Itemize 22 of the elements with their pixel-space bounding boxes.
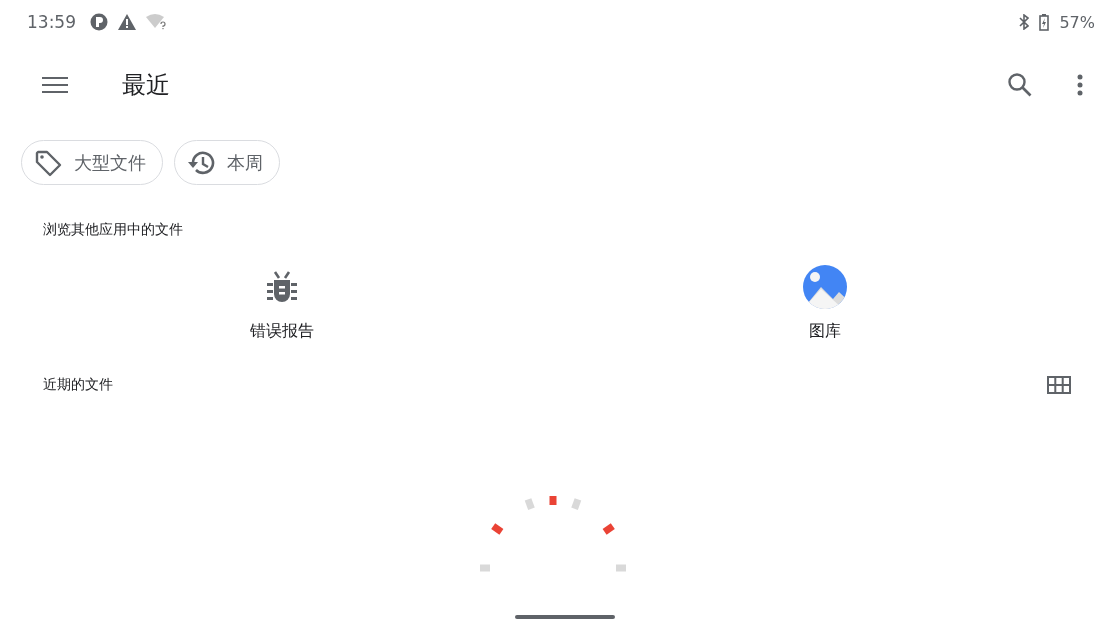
app-shortcut[interactable]: 图库 [799, 261, 852, 346]
more-options-icon [1077, 74, 1083, 96]
tag-icon [34, 148, 62, 177]
filter-chip[interactable]: 大型文件 [21, 140, 163, 185]
history-icon [187, 149, 215, 176]
filter-chip[interactable]: 本周 [174, 140, 280, 185]
gallery-icon [803, 265, 848, 309]
menu-icon [42, 76, 68, 94]
search-icon [1007, 72, 1033, 98]
bug-icon [265, 270, 298, 304]
battery-icon [1039, 13, 1050, 31]
warning-icon [118, 14, 136, 30]
wifi-icon [146, 14, 168, 30]
page-title: 最近 [122, 70, 170, 101]
status-time: 13:59 [27, 12, 76, 32]
app-shortcut[interactable]: 错误报告 [245, 261, 318, 346]
section-header: 近期的文件 [43, 376, 113, 394]
bluetooth-icon [1019, 14, 1030, 30]
section-header: 浏览其他应用中的文件 [43, 221, 183, 239]
battery-percent: 57% [1059, 12, 1095, 32]
grid-view-icon [1047, 376, 1071, 394]
navigation-handle[interactable] [515, 615, 615, 619]
